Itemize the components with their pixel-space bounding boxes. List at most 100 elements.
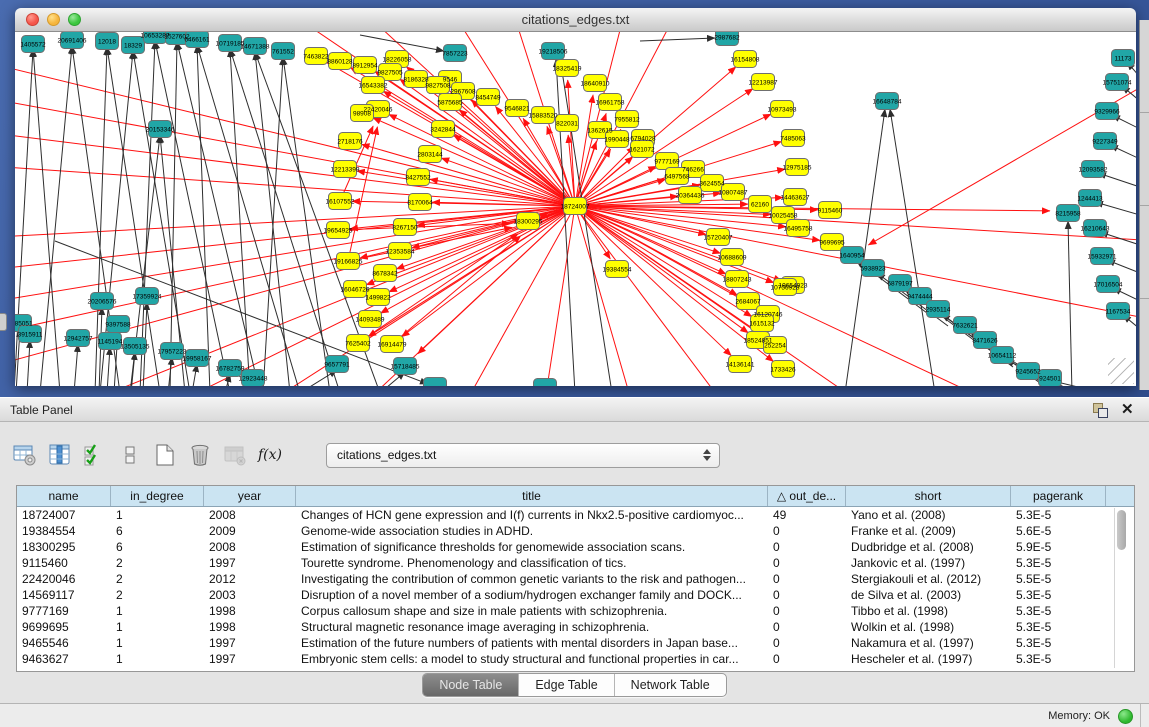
network-edge[interactable] [575,206,1136,241]
node-label: 7632621 [952,322,978,329]
network-edge[interactable] [15,206,575,239]
network-edge[interactable] [27,340,30,386]
node-label: 19384554 [603,266,632,273]
node-label: 62160 [751,201,769,208]
column-header[interactable]: title [296,486,768,506]
network-edge[interactable] [453,135,575,206]
network-edge[interactable] [192,364,197,386]
table-mode-icon[interactable] [12,442,38,468]
node-label: 10025458 [769,212,798,219]
node-label: 11173 [1114,55,1131,62]
table-row[interactable]: 977716911998Corpus callosum shape and si… [17,603,1134,619]
network-edge[interactable] [575,206,640,386]
window-titlebar[interactable]: citations_edges.txt [15,8,1136,32]
node-label: 15883520 [529,112,558,119]
network-edge[interactable] [230,49,250,386]
table-row[interactable]: 1872400712008Changes of HCN gene express… [17,507,1134,523]
network-edge[interactable] [197,45,210,386]
table-row[interactable]: 946554611997Estimation of the future num… [17,635,1134,651]
table-row[interactable]: 946362711997Embryonic stem cells: a mode… [17,651,1134,667]
table-row[interactable]: 969969511998Structural magnetic resonanc… [17,619,1134,635]
node-label: 18329 [124,42,142,49]
network-edge[interactable] [155,41,230,386]
node-label: 7955812 [614,116,640,123]
resize-grip[interactable] [1108,358,1134,384]
tab-network-table[interactable]: Network Table [615,674,726,696]
tab-node-table[interactable]: Node Table [423,674,519,696]
show-column-icon[interactable] [47,442,73,468]
node-label: 18300295 [514,218,543,225]
table-row[interactable]: 2242004622012Investigating the contribut… [17,571,1134,587]
column-header[interactable]: pagerank [1011,486,1106,506]
node-label: 761552 [272,48,294,55]
node-label: 9227349 [1092,138,1118,145]
table-scrollbar[interactable] [1114,508,1128,668]
table-row[interactable]: 1938455462009Genome-wide association stu… [17,523,1134,539]
network-edge[interactable] [74,344,78,386]
node-label: 16154808 [731,56,760,63]
node-label: 8215958 [1055,210,1081,217]
network-edge[interactable] [133,51,190,386]
network-edge[interactable] [170,42,177,386]
tab-edge-table[interactable]: Edge Table [519,674,614,696]
node-label: 14463627 [781,194,810,201]
network-edge[interactable] [197,45,300,386]
close-panel-icon[interactable]: ✕ [1121,403,1137,417]
node-label: 16120746 [754,311,783,318]
column-header[interactable]: in_degree [111,486,204,506]
network-edge[interactable] [348,227,512,261]
node-label: 9397588 [105,321,131,328]
column-header[interactable]: short [846,486,1011,506]
network-edge[interactable] [360,35,444,51]
float-panel-icon[interactable] [1093,403,1109,417]
node-label: 12213987 [749,79,778,86]
network-edge[interactable] [140,41,155,386]
node-label: 12975185 [783,164,812,171]
scrollbar-thumb[interactable] [1117,510,1126,550]
node-label: 1167534 [1106,308,1131,315]
table-row[interactable]: 1456911722003Disruption of a novel membe… [17,587,1134,603]
node-label: 6497568 [664,173,690,180]
node-label: 15718485 [391,363,420,370]
table-header-row[interactable]: namein_degreeyeartitle△ out_de...shortpa… [17,486,1134,507]
network-edge[interactable] [373,118,575,206]
table-row[interactable]: 1830029562008Estimation of significance … [17,539,1134,555]
node-label: 7625402 [345,340,371,347]
row-height-icon[interactable] [117,442,143,468]
node-label: 8860128 [327,58,353,65]
network-node[interactable] [534,379,557,387]
network-edge[interactable] [890,109,935,386]
node-label: 10688609 [718,254,747,261]
memory-ok-indicator[interactable] [1118,709,1133,724]
network-edge[interactable] [640,38,715,41]
window-title: citations_edges.txt [15,12,1136,27]
node-label: 18724007 [561,203,590,210]
network-canvas[interactable]: 7463822886012889129541822605898275051654… [15,32,1136,386]
table-tabs: Node Table Edge Table Network Table [0,673,1149,697]
delete-rows-icon[interactable] [187,442,213,468]
select-rows-icon[interactable] [82,442,108,468]
node-label: 2935114 [926,306,951,313]
network-edge[interactable] [15,56,575,206]
column-header[interactable]: △ out_de... [768,486,846,506]
node-label: 19654925 [324,227,353,234]
new-table-icon[interactable] [152,442,178,468]
node-label: 3242844 [430,126,456,133]
table-row[interactable]: 911546021997Tourette syndrome. Phenomeno… [17,555,1134,571]
table-selector-dropdown[interactable]: citations_edges.txt [326,443,720,468]
delete-table-icon [222,442,248,468]
network-edge[interactable] [107,347,110,386]
node-label: 9657791 [324,361,350,368]
node-label: 18226058 [383,56,412,63]
node-label: 9245652 [1015,368,1041,375]
node-label: 2803144 [417,151,443,158]
node-label: 924501 [1039,375,1061,382]
network-edge[interactable] [402,206,575,337]
node-label: 13505135 [121,343,150,350]
citation-network-graph[interactable]: 7463822886012889129541822605898275051654… [15,32,1136,386]
function-builder-icon[interactable]: f(x) [257,442,283,468]
column-header[interactable]: name [17,486,111,506]
network-node[interactable] [424,378,447,387]
column-header[interactable]: year [204,486,296,506]
network-edge[interactable] [177,42,260,386]
